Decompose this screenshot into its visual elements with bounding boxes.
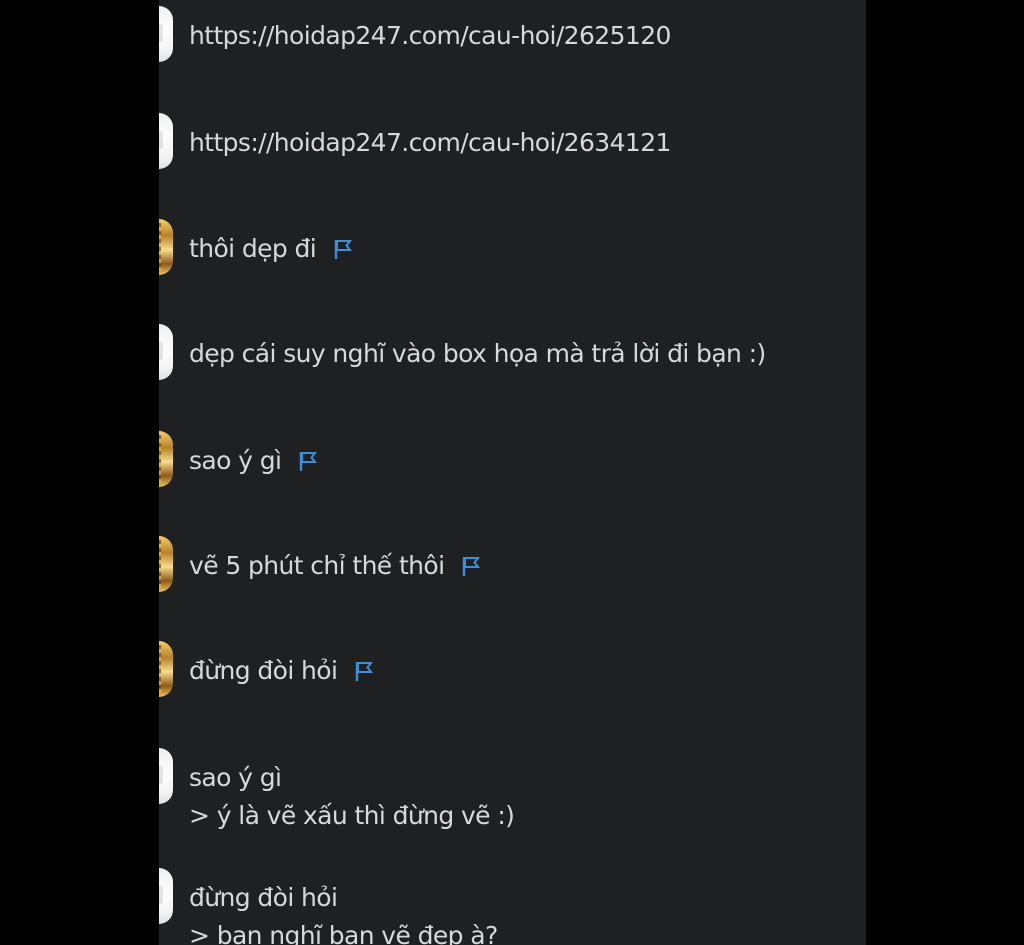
quoted-line: đừng đòi hỏi xyxy=(189,883,338,912)
message-text: đừng đòi hỏi xyxy=(189,652,375,690)
message-text: https://hoidap247.com/cau-hoi/2625120 xyxy=(189,17,671,55)
message-text: sao ý gì > ý là vẽ xấu thì đừng vẽ :) xyxy=(189,759,515,835)
flag-icon[interactable] xyxy=(297,450,319,472)
message-text: sao ý gì xyxy=(189,442,319,480)
user-avatar[interactable] xyxy=(159,431,173,487)
message-line: vẽ 5 phút chỉ thế thôi xyxy=(189,547,482,585)
user-avatar[interactable] xyxy=(159,113,173,169)
user-avatar[interactable] xyxy=(159,219,173,275)
message-line: thôi dẹp đi xyxy=(189,230,354,268)
message-line: https://hoidap247.com/cau-hoi/2625120 xyxy=(189,21,671,50)
message-line: dẹp cái suy nghĩ vào box họa mà trả lời … xyxy=(189,339,766,368)
user-avatar[interactable] xyxy=(159,748,173,804)
user-avatar[interactable] xyxy=(159,536,173,592)
user-avatar[interactable] xyxy=(159,6,173,62)
message-line-text: sao ý gì xyxy=(189,446,282,475)
quoted-line: sao ý gì xyxy=(189,763,282,792)
flag-icon[interactable] xyxy=(353,660,375,682)
message-line: https://hoidap247.com/cau-hoi/2634121 xyxy=(189,128,671,157)
message-text: vẽ 5 phút chỉ thế thôi xyxy=(189,547,482,585)
user-avatar[interactable] xyxy=(159,868,173,924)
chat-panel: https://hoidap247.com/cau-hoi/2625120 ht… xyxy=(159,0,866,945)
message-line-text: đừng đòi hỏi xyxy=(189,656,338,685)
message-line: đừng đòi hỏi xyxy=(189,652,375,690)
page: https://hoidap247.com/cau-hoi/2625120 ht… xyxy=(0,0,1024,945)
message-line: sao ý gì xyxy=(189,442,319,480)
message-line-text: thôi dẹp đi xyxy=(189,234,317,263)
message-text: dẹp cái suy nghĩ vào box họa mà trả lời … xyxy=(189,335,766,373)
user-avatar[interactable] xyxy=(159,324,173,380)
message-text: https://hoidap247.com/cau-hoi/2634121 xyxy=(189,124,671,162)
user-avatar[interactable] xyxy=(159,641,173,697)
message-line-text: vẽ 5 phút chỉ thế thôi xyxy=(189,551,445,580)
message-text: thôi dẹp đi xyxy=(189,230,354,268)
message-text: đừng đòi hỏi > ban nghĩ ban vẽ đep à? xyxy=(189,879,498,945)
message-line: > ban nghĩ ban vẽ đep à? xyxy=(189,921,498,945)
flag-icon[interactable] xyxy=(460,555,482,577)
message-line: > ý là vẽ xấu thì đừng vẽ :) xyxy=(189,801,515,830)
flag-icon[interactable] xyxy=(332,238,354,260)
